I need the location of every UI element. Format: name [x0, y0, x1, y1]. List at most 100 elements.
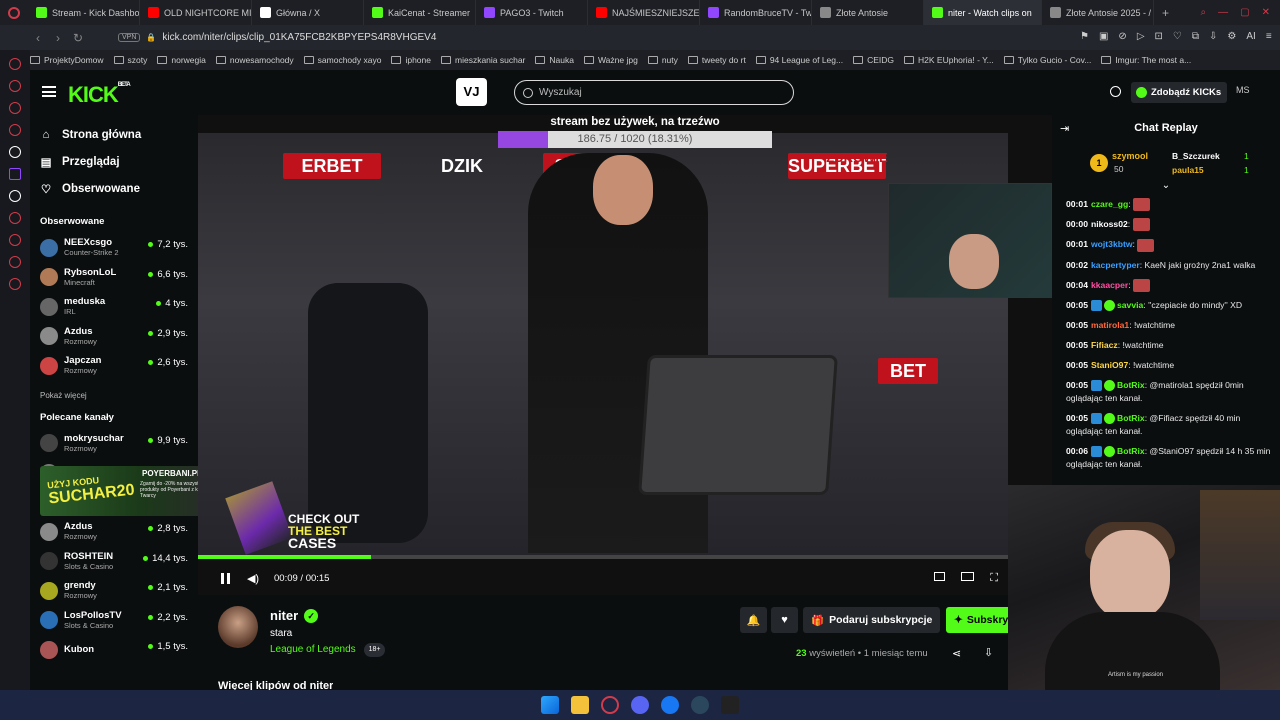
browser-tab[interactable]: KaiCenat - Streamer — [364, 0, 476, 25]
bookmark-item[interactable]: samochody xayo — [303, 55, 381, 65]
sidebar-channel[interactable]: mokrysuchar Rozmowy 9,9 tys. — [30, 429, 198, 459]
sidebar-channel[interactable]: ROSHTEIN Slots & Casino 14,4 tys. — [30, 547, 198, 577]
chat-username[interactable]: kkaacper — [1091, 280, 1128, 290]
channel-avatar[interactable] — [218, 606, 258, 648]
sidebar-channel[interactable]: meduska IRL 4 tys. — [30, 292, 198, 322]
search-input[interactable]: Wyszukaj — [514, 80, 794, 105]
sidebar-channel[interactable]: Kubon 1,5 tys. — [30, 635, 198, 665]
maximize-button[interactable]: ▢ — [1240, 7, 1249, 18]
user-avatar[interactable]: MS — [1236, 85, 1250, 95]
ai-icon[interactable]: AI — [1246, 31, 1255, 42]
chat-username[interactable]: Fifiacz — [1091, 340, 1118, 350]
close-window-button[interactable]: ✕ — [1262, 7, 1270, 18]
chat-username[interactable]: BotRix — [1117, 413, 1145, 423]
messenger-rail-icon[interactable] — [9, 124, 21, 136]
bookmark-item[interactable]: mieszkania suchar — [441, 55, 525, 65]
bookmark-item[interactable]: H2K EUphoria! - Y... — [904, 55, 994, 65]
nav-item[interactable]: ♡ Obserwowane — [30, 175, 198, 202]
wallet-rail-icon[interactable] — [9, 102, 21, 114]
fullscreen-icon[interactable]: ⛶ — [990, 572, 998, 585]
show-more-link[interactable]: Pokaż więcej — [30, 381, 198, 404]
bookmark-item[interactable]: CEIDG — [853, 55, 894, 65]
menu-icon[interactable] — [42, 86, 56, 97]
bookmark-item[interactable]: ProjektyDomow — [30, 55, 104, 65]
heart-icon[interactable]: ♡ — [1173, 31, 1182, 42]
chat-username[interactable]: matirola1 — [1091, 320, 1129, 330]
theater-button[interactable] — [961, 571, 975, 581]
minimize-button[interactable]: — — [1218, 7, 1228, 18]
vj-logo[interactable]: VJ — [456, 78, 487, 106]
download-icon[interactable]: ⇩ — [1209, 31, 1217, 42]
wallet-icon[interactable]: ⊡ — [1155, 31, 1163, 42]
bookmark-item[interactable]: szoty — [113, 55, 147, 65]
player-icon[interactable]: ▷ — [1137, 31, 1145, 42]
nav-item[interactable]: ⌂ Strona główna — [30, 121, 198, 148]
windows-start-icon[interactable] — [541, 696, 559, 714]
new-tab-button[interactable]: + — [1162, 6, 1169, 20]
notification-bell-button[interactable]: 🔔 — [740, 607, 767, 633]
whatsapp-rail-icon[interactable] — [9, 146, 21, 158]
browser-tab[interactable]: Główna / X — [252, 0, 364, 25]
history-rail-icon[interactable] — [9, 80, 21, 92]
browser-tab[interactable]: OLD NIGHTCORE MIX — [140, 0, 252, 25]
chat-username[interactable]: wojt3kbtw — [1091, 239, 1133, 249]
vpn-badge[interactable]: VPN — [118, 33, 141, 42]
discord-icon[interactable] — [631, 696, 649, 714]
sidebar-channel[interactable]: Azdus Rozmowy 2,8 tys. — [30, 517, 198, 547]
kick-logo[interactable]: KICKBETA — [68, 82, 131, 108]
sidebar-channel[interactable]: NEEXcsgo Counter-Strike 2 7,2 tys. — [30, 233, 198, 263]
sponsor-ad[interactable]: UŻYJ KODU SUCHAR20 POYERBANI.PL Zgarnij d… — [40, 466, 220, 516]
snapshot-icon[interactable]: ▣ — [1099, 31, 1108, 42]
twitch-rail-icon[interactable] — [9, 168, 21, 180]
browser-tab[interactable]: Złote Antosie 2025 - / — [1042, 0, 1154, 25]
browser-tab[interactable]: NAJŚMIESZNIEJSZE — [588, 0, 700, 25]
sidebar-channel[interactable]: grendy Rozmowy 2,1 tys. — [30, 576, 198, 606]
bookmark-item[interactable]: 94 League of Leg... — [755, 55, 843, 65]
browser-tab[interactable]: Złote Antosie — [812, 0, 924, 25]
browser-tab[interactable]: RandomBruceTV - Tw — [700, 0, 812, 25]
chat-username[interactable]: BotRix — [1117, 446, 1145, 456]
opera-taskbar-icon[interactable] — [601, 696, 619, 714]
follow-heart-button[interactable]: ♥ — [771, 607, 798, 633]
bookmark-icon[interactable]: ⚑ — [1080, 31, 1089, 42]
settings-icon[interactable]: ⚙ — [1227, 31, 1236, 42]
sidebar-channel[interactable]: Azdus Rozmowy 2,9 tys. — [30, 322, 198, 352]
address-bar[interactable]: VPN 🔒 kick.com/niter/clips/clip_01KA75FC… — [118, 29, 1078, 46]
settings-rail-icon[interactable] — [9, 278, 21, 290]
chat-username[interactable]: nikoss02 — [1091, 219, 1128, 229]
gift-subs-button[interactable]: 🎁 Podaruj subskrypcje — [803, 607, 940, 633]
share-icon[interactable]: ⋖ — [952, 647, 961, 660]
opera-logo-icon[interactable] — [0, 6, 28, 19]
category-link[interactable]: League of Legends — [270, 644, 356, 655]
reload-button[interactable]: ↻ — [68, 31, 88, 45]
home-rail-icon[interactable] — [9, 58, 21, 70]
collapse-chat-icon[interactable]: ⇥ — [1060, 122, 1069, 135]
pause-button[interactable] — [218, 571, 232, 585]
forward-button[interactable]: › — [48, 31, 68, 45]
browser-tab[interactable]: niter - Watch clips on — [924, 0, 1042, 25]
file-explorer-icon[interactable] — [571, 696, 589, 714]
chat-username[interactable]: kacpertyper — [1091, 260, 1140, 270]
player-rail-icon[interactable] — [9, 212, 21, 224]
nav-item[interactable]: ▤ Przeglądaj — [30, 148, 198, 175]
back-button[interactable]: ‹ — [28, 31, 48, 45]
expand-leaderboard-icon[interactable]: ⌄ — [1052, 181, 1280, 191]
steam-icon[interactable] — [691, 696, 709, 714]
notification-icon[interactable] — [1110, 86, 1121, 97]
bookmark-item[interactable]: tweety do rt — [687, 55, 746, 65]
url-text[interactable]: kick.com/niter/clips/clip_01KA75FCB2KBPY… — [162, 32, 436, 43]
get-kicks-button[interactable]: Zdobądź KICKs — [1131, 82, 1227, 103]
menu-icon[interactable]: ≡ — [1266, 31, 1272, 42]
bookmark-item[interactable]: Nauka — [535, 55, 574, 65]
clock-rail-icon[interactable] — [9, 234, 21, 246]
download-icon[interactable]: ⇩ — [984, 646, 993, 659]
bookmark-item[interactable]: nuty — [647, 55, 678, 65]
x-rail-icon[interactable] — [9, 190, 21, 202]
volume-icon[interactable]: ◀) — [246, 571, 260, 585]
browser-tab[interactable]: Stream - Kick Dashbo — [28, 0, 140, 25]
sidebar-channel[interactable]: LosPollosTV Slots & Casino 2,2 tys. — [30, 606, 198, 636]
search-tabs-icon[interactable]: ⌕ — [1201, 7, 1207, 18]
chat-username[interactable]: savvia — [1117, 300, 1143, 310]
chat-username[interactable]: czare_gg — [1091, 199, 1128, 209]
sidebar-channel[interactable]: RybsonLoL Minecraft 6,6 tys. — [30, 263, 198, 293]
